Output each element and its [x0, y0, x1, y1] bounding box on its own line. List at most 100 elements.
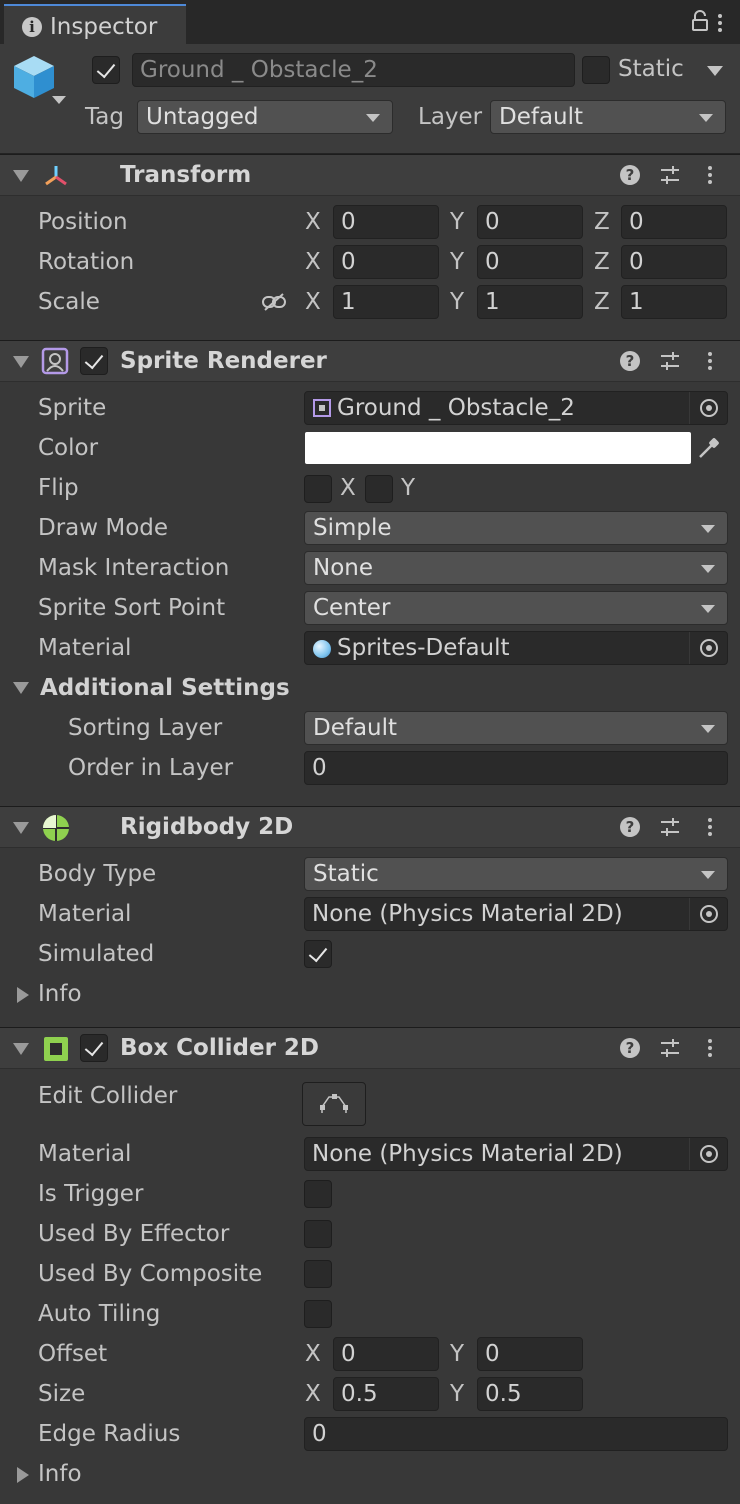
foldout-arrow-icon[interactable]: [13, 1043, 29, 1055]
object-picker-button[interactable]: [689, 632, 727, 664]
presets-icon[interactable]: [659, 350, 681, 372]
rb-material-value: None (Physics Material 2D): [312, 901, 623, 927]
flip-label: Flip: [38, 475, 79, 501]
color-swatch[interactable]: [305, 432, 691, 464]
sprite-renderer-header[interactable]: Sprite Renderer ?: [0, 340, 740, 382]
sprite-renderer-enabled-checkbox[interactable]: [80, 347, 108, 375]
offset-x-field[interactable]: 0: [333, 1337, 439, 1371]
rigidbody-icon: [43, 815, 69, 841]
object-name-field[interactable]: Ground _ Obstacle_2: [132, 53, 575, 87]
auto-tiling-checkbox[interactable]: [304, 1300, 332, 1328]
chevron-down-icon: [701, 605, 715, 613]
mask-interaction-label: Mask Interaction: [38, 555, 230, 581]
static-checkbox[interactable]: [582, 56, 610, 84]
help-icon[interactable]: ?: [620, 817, 640, 837]
mask-interaction-dropdown[interactable]: None: [304, 551, 728, 585]
box-collider-header[interactable]: Box Collider 2D ?: [0, 1027, 740, 1069]
edge-radius-field[interactable]: 0: [304, 1417, 728, 1451]
axis-y-label: Y: [450, 209, 465, 235]
order-in-layer-label: Order in Layer: [68, 755, 234, 781]
bc-info-label[interactable]: Info: [38, 1461, 82, 1487]
transform-header[interactable]: Transform ?: [0, 154, 740, 196]
edge-radius-label: Edge Radius: [38, 1421, 181, 1447]
tag-dropdown[interactable]: Untagged: [137, 100, 393, 134]
scale-x-field[interactable]: 1: [333, 285, 439, 319]
layer-dropdown[interactable]: Default: [490, 100, 726, 134]
axis-x-label: X: [305, 1341, 321, 1367]
axis-x-label: X: [305, 209, 321, 235]
tab-menu-icon[interactable]: [718, 14, 722, 18]
component-menu-icon[interactable]: [708, 1039, 712, 1043]
link-off-icon[interactable]: [261, 292, 287, 312]
material-object-field[interactable]: Sprites-Default: [304, 631, 728, 665]
object-picker-button[interactable]: [689, 1138, 727, 1170]
presets-icon[interactable]: [659, 1037, 681, 1059]
help-icon[interactable]: ?: [620, 165, 640, 185]
foldout-arrow-icon[interactable]: [13, 170, 29, 182]
chevron-down-icon: [701, 871, 715, 879]
presets-icon[interactable]: [659, 816, 681, 838]
foldout-arrow-icon[interactable]: [13, 822, 29, 834]
scale-y-field[interactable]: 1: [477, 285, 583, 319]
offset-y-field[interactable]: 0: [477, 1337, 583, 1371]
size-x-field[interactable]: 0.5: [333, 1377, 439, 1411]
bc-material-object-field[interactable]: None (Physics Material 2D): [304, 1137, 728, 1171]
rotation-y-field[interactable]: 0: [477, 245, 583, 279]
info-foldout-icon[interactable]: [17, 987, 29, 1003]
simulated-label: Simulated: [38, 941, 155, 967]
object-picker-button[interactable]: [689, 898, 727, 930]
foldout-arrow-icon[interactable]: [13, 356, 29, 368]
static-dropdown-icon[interactable]: [707, 66, 723, 76]
help-icon[interactable]: ?: [620, 351, 640, 371]
chevron-down-icon: [699, 114, 713, 122]
flip-y-label: Y: [401, 475, 416, 501]
is-trigger-checkbox[interactable]: [304, 1180, 332, 1208]
draw-mode-dropdown[interactable]: Simple: [304, 511, 728, 545]
transform-axes-icon: [45, 166, 67, 186]
material-sphere-icon: [313, 640, 331, 658]
position-x-field[interactable]: 0: [333, 205, 439, 239]
rigidbody-header[interactable]: Rigidbody 2D ?: [0, 806, 740, 848]
size-label: Size: [38, 1381, 86, 1407]
static-label: Static: [618, 56, 684, 82]
scale-z-field[interactable]: 1: [621, 285, 727, 319]
component-menu-icon[interactable]: [708, 166, 712, 170]
order-in-layer-field[interactable]: 0: [304, 751, 728, 785]
flip-y-checkbox[interactable]: [365, 475, 393, 503]
auto-tiling-label: Auto Tiling: [38, 1301, 161, 1327]
component-menu-icon[interactable]: [708, 818, 712, 822]
rotation-x-field[interactable]: 0: [333, 245, 439, 279]
edit-collider-button[interactable]: [302, 1082, 366, 1126]
sprite-sort-point-dropdown[interactable]: Center: [304, 591, 728, 625]
used-by-composite-checkbox[interactable]: [304, 1260, 332, 1288]
flip-x-checkbox[interactable]: [304, 475, 332, 503]
tab-inspector[interactable]: i Inspector: [4, 4, 186, 44]
material-value: Sprites-Default: [337, 635, 510, 661]
additional-settings-foldout-icon[interactable]: [13, 682, 29, 694]
chevron-down-icon: [701, 725, 715, 733]
presets-icon[interactable]: [659, 164, 681, 186]
object-picker-button[interactable]: [689, 392, 727, 424]
additional-settings-label[interactable]: Additional Settings: [40, 675, 290, 701]
eyedropper-icon[interactable]: [697, 436, 721, 460]
simulated-checkbox[interactable]: [304, 940, 332, 968]
rb-material-object-field[interactable]: None (Physics Material 2D): [304, 897, 728, 931]
rotation-z-field[interactable]: 0: [621, 245, 727, 279]
sprite-object-field[interactable]: Ground _ Obstacle_2: [304, 391, 728, 425]
component-menu-icon[interactable]: [708, 352, 712, 356]
axis-z-label: Z: [594, 249, 610, 275]
position-y-field[interactable]: 0: [477, 205, 583, 239]
rb-info-label[interactable]: Info: [38, 981, 82, 1007]
lock-icon[interactable]: [690, 10, 710, 32]
size-y-field[interactable]: 0.5: [477, 1377, 583, 1411]
body-type-dropdown[interactable]: Static: [304, 857, 728, 891]
info-foldout-icon[interactable]: [17, 1467, 29, 1483]
sorting-layer-dropdown[interactable]: Default: [304, 711, 728, 745]
axis-y-label: Y: [450, 289, 465, 315]
active-checkbox[interactable]: [92, 56, 120, 84]
box-collider-enabled-checkbox[interactable]: [80, 1034, 108, 1062]
position-z-field[interactable]: 0: [621, 205, 727, 239]
help-icon[interactable]: ?: [620, 1038, 640, 1058]
is-trigger-label: Is Trigger: [38, 1181, 144, 1207]
used-by-effector-checkbox[interactable]: [304, 1220, 332, 1248]
